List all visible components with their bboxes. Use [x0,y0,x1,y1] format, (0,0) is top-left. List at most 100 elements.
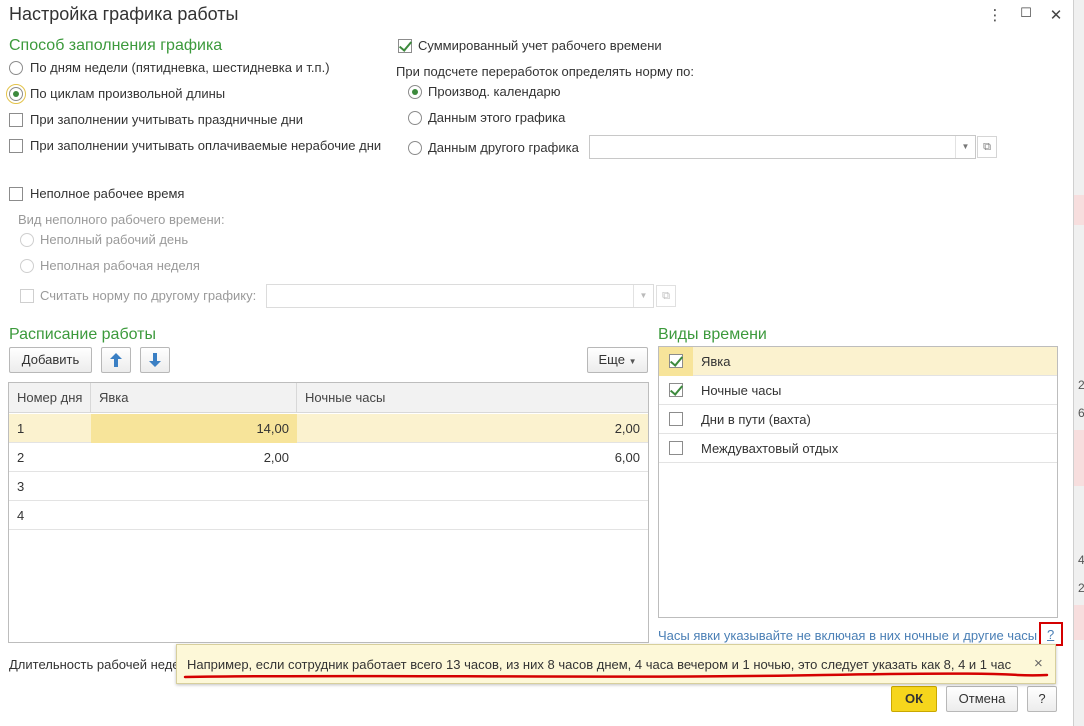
cell-presence[interactable]: 14,00 [91,414,297,443]
column-header-presence[interactable]: Явка [91,383,297,413]
table-header: Номер дня Явка Ночные часы [9,383,648,413]
checkbox-part-time-label[interactable]: Неполное рабочее время [30,186,184,201]
chevron-down-icon: ▼ [628,357,637,366]
checkbox-holidays-label[interactable]: При заполнении учитывать праздничные дни [30,112,303,127]
fill-method-heading: Способ заполнения графика [9,37,223,54]
time-types-list: Явка Ночные часы Дни в пути (вахта) Межд… [658,346,1058,618]
checkbox-paid-nonworking-label[interactable]: При заполнении учитывать оплачиваемые не… [30,138,381,153]
radio-part-week [20,259,34,273]
checkbox-holidays[interactable] [9,113,23,127]
cell-day[interactable]: 2 [9,443,91,472]
cell-presence[interactable] [91,472,297,501]
checkbox-norm-other [20,289,34,303]
chevron-down-icon: ▼ [633,285,653,307]
list-item[interactable]: Дни в пути (вахта) [659,405,1057,434]
help-icon[interactable]: ? [1047,627,1054,642]
norm-other-select: ▼ [266,284,654,308]
list-item-check-cell [659,376,693,405]
move-down-button[interactable] [140,347,170,373]
checkbox-summarized-label[interactable]: Суммированный учет рабочего времени [418,38,662,53]
other-schedule-select[interactable]: ▼ [589,135,976,159]
radio-weekdays-label[interactable]: По дням недели (пятидневка, шестидневка … [30,60,330,75]
hint-tooltip: Например, если сотрудник работает всего … [176,644,1056,684]
more-menu-icon[interactable]: ⋮ [985,6,1005,24]
time-type-checkbox[interactable] [669,383,683,397]
radio-norm-other[interactable] [408,141,422,155]
time-type-checkbox[interactable] [669,354,683,368]
time-types-heading: Виды времени [658,326,767,343]
table-row[interactable]: 2 2,00 6,00 [9,443,648,472]
open-icon[interactable]: ⧉ [977,136,997,158]
schedule-heading: Расписание работы [9,326,156,343]
help-button[interactable]: ? [1027,686,1057,712]
time-type-checkbox[interactable] [669,441,683,455]
cell-presence[interactable]: 2,00 [91,443,297,472]
arrow-up-icon [110,353,122,367]
duration-label: Длительность рабочей неде [9,657,180,672]
help-highlight[interactable]: ? [1039,622,1063,646]
background-digit: 2 [1078,378,1084,392]
background-digit: 6 [1078,406,1084,420]
list-item-check-cell [659,405,693,434]
more-button-label: Еще [598,352,625,367]
schedule-table: Номер дня Явка Ночные часы 1 14,00 2,00 … [8,382,649,643]
list-item-check-cell [659,434,693,463]
table-row[interactable]: 4 [9,501,648,530]
chevron-down-icon[interactable]: ▼ [955,136,975,158]
open-icon: ⧉ [656,285,676,307]
dialog-title: Настройка графика работы [9,4,239,24]
radio-part-day-label: Неполный рабочий день [40,232,189,247]
move-up-button[interactable] [101,347,131,373]
radio-cycles[interactable] [6,84,26,104]
radio-norm-other-label[interactable]: Данным другого графика [428,140,579,155]
radio-weekdays[interactable] [9,61,23,75]
cancel-button[interactable]: Отмена [946,686,1018,712]
cell-day[interactable]: 4 [9,501,91,530]
background-row-highlight [1074,430,1084,486]
hint-link[interactable]: Часы явки указывайте не включая в них но… [658,628,1037,643]
time-type-label: Ночные часы [701,383,782,398]
column-header-day[interactable]: Номер дня [9,383,91,413]
table-row[interactable]: 3 [9,472,648,501]
background-row-highlight [1074,605,1084,640]
more-button[interactable]: Еще ▼ [587,347,648,373]
background-row-highlight [1074,195,1084,225]
add-button[interactable]: Добавить [9,347,92,373]
cell-presence[interactable] [91,501,297,530]
maximize-icon[interactable]: ☐ [1016,5,1036,21]
radio-norm-this-label[interactable]: Данным этого графика [428,110,565,125]
settings-dialog: Настройка графика работы ⋮ ☐ ✕ Способ за… [0,0,1074,726]
list-item[interactable]: Междувахтовый отдых [659,434,1057,463]
table-row[interactable]: 1 14,00 2,00 [9,414,648,443]
norm-label: При подсчете переработок определять норм… [396,64,695,79]
list-item-check-cell [659,347,693,376]
checkbox-part-time[interactable] [9,187,23,201]
cell-day[interactable]: 3 [9,472,91,501]
list-item[interactable]: Явка [659,347,1057,376]
time-type-checkbox[interactable] [669,412,683,426]
background-digit: 4 [1078,553,1084,567]
red-underline-annotation [183,672,1049,679]
time-type-label: Дни в пути (вахта) [701,412,811,427]
radio-norm-calendar-label[interactable]: Производ. календарю [428,84,561,99]
close-icon[interactable]: × [1034,655,1043,672]
column-header-night[interactable]: Ночные часы [297,383,648,413]
checkbox-summarized[interactable] [398,39,412,53]
cell-day[interactable]: 1 [9,414,91,443]
radio-cycles-label[interactable]: По циклам произвольной длины [30,86,225,101]
time-type-label: Междувахтовый отдых [701,441,839,456]
cell-night[interactable]: 6,00 [297,443,648,472]
checkbox-paid-nonworking[interactable] [9,139,23,153]
radio-norm-this[interactable] [408,111,422,125]
cell-night[interactable] [297,501,648,530]
radio-norm-calendar[interactable] [408,85,422,99]
checkbox-norm-other-label: Считать норму по другому графику: [40,288,257,303]
arrow-down-icon [149,353,161,367]
background-digit: 2 [1078,581,1084,595]
cell-night[interactable] [297,472,648,501]
tooltip-text: Например, если сотрудник работает всего … [187,657,1012,672]
close-icon[interactable]: ✕ [1046,6,1066,24]
ok-button[interactable]: ОК [891,686,937,712]
list-item[interactable]: Ночные часы [659,376,1057,405]
cell-night[interactable]: 2,00 [297,414,648,443]
